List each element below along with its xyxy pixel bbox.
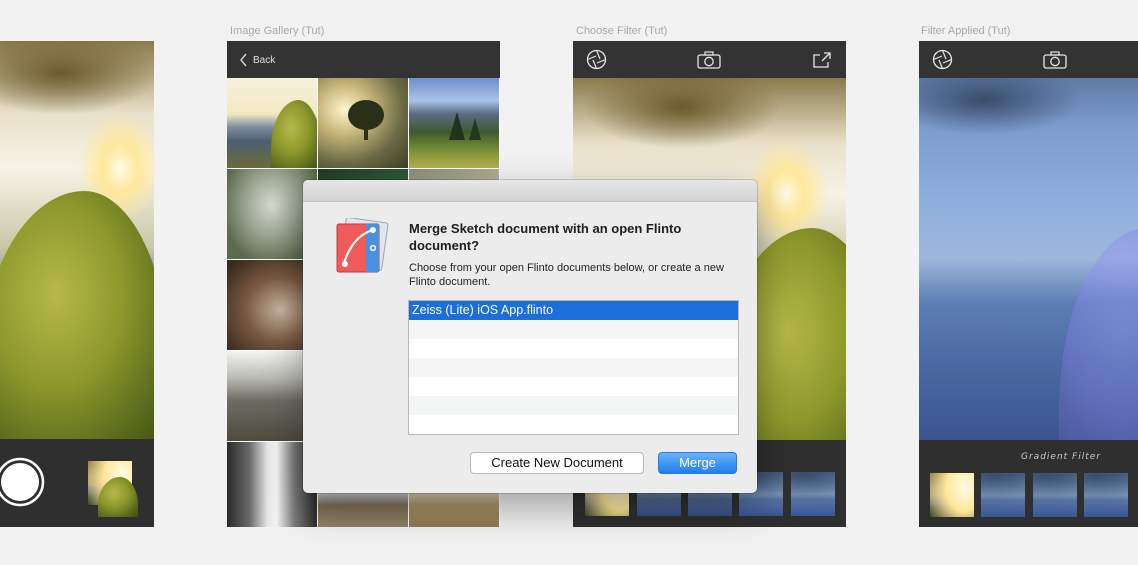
artboard-title-filter-applied: Filter Applied (Tut) — [921, 25, 1011, 37]
gallery-photo[interactable] — [227, 78, 317, 168]
document-list-empty-row — [409, 320, 738, 339]
filter-thumbnail[interactable] — [1084, 473, 1128, 517]
filter-applied-navbar — [919, 41, 1138, 78]
camera-icon[interactable] — [1043, 51, 1067, 69]
gallery-navbar: Back — [227, 41, 500, 78]
aperture-icon[interactable] — [932, 49, 953, 70]
filter-navbar — [573, 41, 846, 78]
share-icon[interactable] — [812, 51, 832, 69]
filter-thumbnail[interactable] — [930, 473, 974, 517]
back-button[interactable]: Back — [239, 52, 275, 68]
create-new-document-button[interactable]: Create New Document — [470, 452, 644, 474]
dialog-title: Merge Sketch document with an open Flint… — [409, 221, 682, 253]
camera-viewfinder-photo — [0, 41, 154, 439]
filter-thumbnail[interactable] — [981, 473, 1025, 517]
filter-applied-strip: Gradient Filter — [919, 440, 1138, 527]
filtered-photo — [919, 78, 1138, 440]
gallery-photo[interactable] — [409, 78, 499, 168]
document-list-empty-row — [409, 415, 738, 434]
back-label: Back — [253, 54, 276, 66]
document-list-empty-row — [409, 358, 738, 377]
document-list[interactable]: Zeiss (Lite) iOS App.flinto — [408, 300, 739, 435]
shutter-button[interactable] — [0, 457, 45, 507]
merge-button[interactable]: Merge — [658, 452, 737, 474]
gallery-photo[interactable] — [318, 78, 408, 168]
filter-thumbnail[interactable] — [791, 472, 835, 516]
document-list-empty-row — [409, 377, 738, 396]
dialog-message: Choose from your open Flinto documents b… — [409, 262, 724, 288]
document-list-empty-row — [409, 339, 738, 358]
document-list-item[interactable]: Zeiss (Lite) iOS App.flinto — [409, 301, 738, 320]
camera-icon[interactable] — [697, 51, 721, 69]
camera-bottom-bar — [0, 439, 154, 527]
document-list-empty-row — [409, 396, 738, 415]
flinto-app-icon — [336, 218, 389, 273]
merge-dialog: Merge Sketch document with an open Flint… — [303, 180, 757, 493]
dialog-titlebar[interactable] — [303, 180, 757, 202]
artboard-title-gallery: Image Gallery (Tut) — [230, 25, 325, 37]
filter-thumbnail[interactable] — [1033, 473, 1077, 517]
last-photo-thumbnail[interactable] — [88, 461, 138, 517]
filter-applied-artboard: Gradient Filter — [919, 41, 1138, 527]
artboard-title-choose-filter: Choose Filter (Tut) — [576, 25, 668, 37]
filter-name-label: Gradient Filter — [1021, 452, 1101, 462]
camera-artboard — [0, 41, 154, 527]
chevron-left-icon — [240, 53, 247, 67]
aperture-icon[interactable] — [586, 49, 607, 70]
